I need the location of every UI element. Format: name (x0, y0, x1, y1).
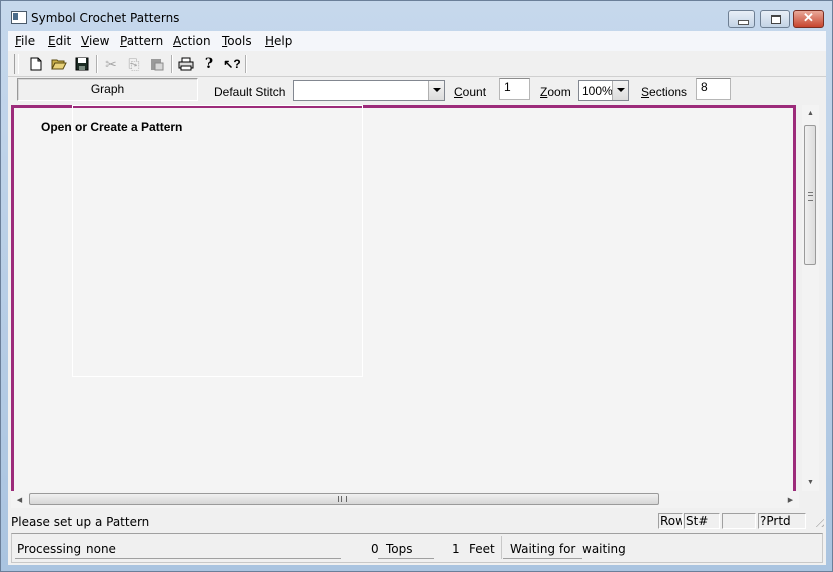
resize-grip-icon[interactable] (812, 515, 824, 527)
waiting-value: waiting (582, 542, 626, 556)
close-button[interactable]: ✕ (793, 10, 824, 28)
zoom-select[interactable]: 100% (578, 80, 629, 101)
waiting-label: Waiting for (510, 542, 576, 556)
vertical-scrollbar[interactable]: ▲ ▼ (802, 105, 819, 491)
print-button[interactable] (176, 54, 196, 74)
status-printed-panel: ?Prtd (758, 513, 806, 529)
maximize-button[interactable] (760, 10, 790, 28)
status-message: Please set up a Pattern (11, 515, 150, 529)
paste-icon (151, 59, 164, 71)
processing-value: none (86, 542, 116, 556)
menu-view[interactable]: View (81, 34, 109, 48)
maximize-icon (771, 15, 781, 24)
scroll-left-arrow-icon[interactable]: ◀ (11, 491, 28, 508)
copy-button[interactable]: ⎘ (124, 54, 144, 74)
menu-file[interactable]: File (15, 34, 35, 48)
new-document-icon (30, 57, 42, 71)
window-title: Symbol Crochet Patterns (31, 11, 180, 25)
new-document-button[interactable] (26, 54, 46, 74)
graph-button[interactable]: Graph (17, 78, 198, 101)
app-window: Symbol Crochet Patterns ✕ File Edit View… (0, 0, 833, 572)
minimize-button[interactable] (728, 10, 755, 28)
count-label: Count (454, 85, 487, 99)
sections-input[interactable]: 8 (696, 78, 731, 100)
minimize-icon (738, 20, 749, 25)
menu-help[interactable]: Help (265, 34, 292, 48)
status-row-panel: Row (658, 513, 683, 529)
grip-icon (808, 192, 813, 201)
open-folder-icon (51, 59, 67, 70)
canvas-message: Open or Create a Pattern (41, 120, 183, 134)
chevron-down-icon[interactable] (612, 81, 628, 100)
menu-pattern[interactable]: Pattern (120, 34, 163, 48)
tops-label: Tops (386, 542, 413, 556)
context-help-button[interactable]: ↖? (222, 54, 242, 74)
status-blank-panel (722, 513, 756, 529)
menu-edit[interactable]: Edit (48, 34, 71, 48)
status-stitch-panel: St# (684, 513, 720, 529)
options-bar: Graph Default Stitch Count 1 Zoom 100% S… (8, 77, 826, 103)
tops-count: 0 (371, 542, 379, 556)
toolbar-separator (96, 55, 98, 73)
context-help-icon: ↖? (223, 57, 241, 71)
toolbar-grip[interactable] (14, 54, 19, 74)
zoom-label: Zoom (540, 85, 571, 99)
pattern-grid-frame (72, 105, 363, 377)
sections-label: Sections (641, 85, 688, 99)
default-stitch-select[interactable] (293, 80, 445, 101)
count-input[interactable]: 1 (499, 78, 530, 100)
waiting-underline (503, 558, 582, 559)
toolbar: ✂ ⎘ ? ↖? (8, 52, 826, 77)
processing-bar: Processing none 0 Tops 1 Feet Waiting fo… (11, 533, 823, 563)
pattern-canvas[interactable]: Open or Create a Pattern (11, 105, 796, 491)
chevron-down-icon[interactable] (428, 81, 444, 100)
toolbar-separator (171, 55, 173, 73)
processing-underline (15, 558, 341, 559)
default-stitch-label: Default Stitch (214, 85, 286, 99)
paste-button[interactable] (147, 54, 167, 74)
vertical-scroll-thumb[interactable] (804, 125, 816, 265)
print-icon (178, 57, 194, 71)
scroll-right-arrow-icon[interactable]: ▶ (782, 491, 799, 508)
close-icon: ✕ (803, 10, 814, 25)
menu-tools[interactable]: Tools (222, 34, 252, 48)
tops-underline (378, 558, 434, 559)
toolbar-separator (245, 55, 247, 73)
cut-icon: ✂ (105, 55, 117, 72)
title-bar[interactable]: Symbol Crochet Patterns ✕ (1, 1, 832, 31)
horizontal-scrollbar[interactable]: ◀ ▶ (11, 491, 799, 508)
client-area: File Edit View Pattern Action Tools Help… (8, 31, 826, 565)
menu-action[interactable]: Action (173, 34, 211, 48)
status-bar: Please set up a Pattern Row St# ?Prtd (8, 511, 826, 531)
scroll-up-arrow-icon[interactable]: ▲ (802, 105, 819, 122)
save-button[interactable] (72, 54, 92, 74)
menu-bar: File Edit View Pattern Action Tools Help (8, 31, 826, 51)
feet-label: Feet (469, 542, 495, 556)
scroll-down-arrow-icon[interactable]: ▼ (802, 474, 819, 491)
open-folder-button[interactable] (49, 54, 69, 74)
grip-icon (338, 496, 347, 502)
cut-button[interactable]: ✂ (101, 54, 121, 74)
zoom-value: 100% (582, 84, 613, 98)
app-icon[interactable] (11, 11, 27, 24)
feet-count: 1 (452, 542, 460, 556)
save-icon (75, 57, 89, 71)
copy-icon: ⎘ (128, 55, 140, 72)
horizontal-scroll-thumb[interactable] (29, 493, 659, 505)
help-button[interactable]: ? (199, 54, 219, 74)
help-icon: ? (204, 56, 214, 72)
separator (501, 536, 502, 559)
processing-label: Processing (17, 542, 82, 556)
